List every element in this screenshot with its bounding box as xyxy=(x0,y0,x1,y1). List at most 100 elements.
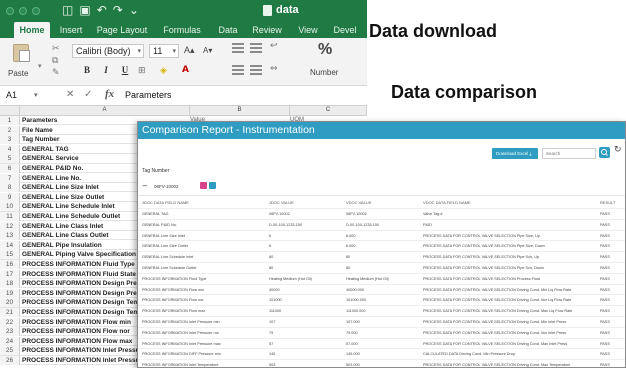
cell-a[interactable]: GENERAL P&ID No. xyxy=(22,164,83,173)
copy-icon[interactable]: ⧉ xyxy=(52,56,58,66)
search-icon[interactable] xyxy=(599,147,610,158)
row-number[interactable]: 7 xyxy=(0,173,20,183)
cell-a[interactable]: GENERAL Line Schedule Outlet xyxy=(22,212,120,221)
borders-icon[interactable]: ⊞ xyxy=(138,66,146,76)
row-number[interactable]: 9 xyxy=(0,192,20,202)
cell-a[interactable]: PROCESS INFORMATION Flow nor xyxy=(22,327,130,336)
cancel-edit-icon[interactable]: ✕ xyxy=(66,89,74,100)
bold-button[interactable]: B xyxy=(80,65,94,79)
percent-style-button[interactable]: % xyxy=(318,41,332,59)
search-input[interactable] xyxy=(542,148,596,159)
row-number[interactable]: 12 xyxy=(0,221,20,231)
row-number[interactable]: 17 xyxy=(0,269,20,279)
paste-button[interactable]: Paste xyxy=(6,42,40,82)
cell-a[interactable]: GENERAL Line Class Outlet xyxy=(22,231,109,240)
row-number[interactable]: 18 xyxy=(0,279,20,289)
tab-developer[interactable]: Devel xyxy=(330,22,360,38)
cell-a[interactable]: GENERAL Line Schedule Inlet xyxy=(22,202,115,211)
row-number[interactable]: 6 xyxy=(0,164,20,173)
save-icon[interactable]: ▣ xyxy=(79,3,96,17)
cell-a[interactable]: GENERAL Pipe Insulation xyxy=(22,241,102,250)
cell-a[interactable]: PROCESS INFORMATION Fluid Type xyxy=(22,260,135,269)
row-number[interactable]: 1 xyxy=(0,116,20,125)
close-window-button[interactable] xyxy=(6,7,14,15)
tab-page-layout[interactable]: Page Layout xyxy=(93,22,151,38)
row-number[interactable]: 2 xyxy=(0,125,20,135)
cell-a[interactable]: GENERAL Line No. xyxy=(22,174,81,183)
row-number[interactable]: 21 xyxy=(0,308,20,317)
cell-a[interactable]: PROCESS INFORMATION Design Pressure xyxy=(22,279,154,288)
cell-a[interactable]: GENERAL Line Class Inlet xyxy=(22,222,103,231)
cell-a[interactable]: PROCESS INFORMATION Fluid State xyxy=(22,270,136,279)
refresh-icon[interactable]: ↻ xyxy=(614,145,622,155)
cell-a[interactable]: GENERAL Piping Valve Specification xyxy=(22,250,136,259)
sidebar-icon[interactable]: ◫ xyxy=(62,3,79,17)
row-number[interactable]: 10 xyxy=(0,202,20,212)
row-number[interactable]: 14 xyxy=(0,240,20,250)
cell-a[interactable]: Tag Number xyxy=(22,135,59,144)
select-all-corner[interactable] xyxy=(0,106,20,116)
row-number[interactable]: 20 xyxy=(0,298,20,308)
row-number[interactable]: 16 xyxy=(0,260,20,269)
row-number[interactable]: 5 xyxy=(0,154,20,164)
confirm-edit-icon[interactable]: ✓ xyxy=(84,89,92,100)
tab-view[interactable]: View xyxy=(296,22,320,38)
row-number[interactable]: 26 xyxy=(0,356,20,365)
column-header-b[interactable]: B xyxy=(190,106,290,116)
cell-a[interactable]: GENERAL TAG xyxy=(22,145,69,154)
cell-a[interactable]: GENERAL Line Size Inlet xyxy=(22,183,99,192)
row-number[interactable]: 19 xyxy=(0,288,20,298)
underline-button[interactable]: U xyxy=(118,65,132,79)
cut-icon[interactable]: ✂ xyxy=(52,44,60,54)
row-number[interactable]: 3 xyxy=(0,135,20,145)
cell-a[interactable]: File Name xyxy=(22,126,53,135)
align-top-icon[interactable] xyxy=(232,43,244,53)
download-excel-button[interactable]: Download Excel ⤓ xyxy=(492,148,538,159)
decrease-font-size-button[interactable]: A▾ xyxy=(203,46,212,55)
minimize-window-button[interactable] xyxy=(19,7,27,15)
italic-button[interactable]: I xyxy=(100,65,112,79)
font-name-select[interactable]: Calibri (Body) ▾ xyxy=(72,44,144,58)
row-number[interactable]: 22 xyxy=(0,317,20,327)
chevron-down-icon[interactable]: ▾ xyxy=(34,91,38,99)
tab-insert[interactable]: Insert xyxy=(56,22,86,38)
row-number[interactable]: 8 xyxy=(0,183,20,193)
cell-a[interactable]: PROCESS INFORMATION Flow max xyxy=(22,337,132,346)
font-color-icon[interactable]: A xyxy=(182,65,189,75)
row-number[interactable]: 11 xyxy=(0,212,20,221)
row-number[interactable]: 13 xyxy=(0,231,20,241)
name-box[interactable]: A1 xyxy=(6,90,17,100)
collapse-icon[interactable]: − xyxy=(142,182,148,190)
tab-review[interactable]: Review xyxy=(250,22,284,38)
wrap-text-icon[interactable]: ↩ xyxy=(270,41,278,51)
row-number[interactable]: 23 xyxy=(0,327,20,337)
zoom-window-button[interactable] xyxy=(32,7,40,15)
add-tag-button[interactable] xyxy=(209,182,216,189)
merge-icon[interactable]: ⇔ xyxy=(270,64,278,74)
align-left-icon[interactable] xyxy=(232,65,244,75)
cell-a[interactable]: Parameters xyxy=(22,116,57,125)
cell-a[interactable]: GENERAL Line Size Outlet xyxy=(22,193,104,202)
redo-icon[interactable]: ↷ xyxy=(113,3,129,17)
cell-a[interactable]: PROCESS INFORMATION Design Pressure xyxy=(22,289,154,298)
row-number[interactable]: 25 xyxy=(0,346,20,356)
tab-home[interactable]: Home xyxy=(14,22,50,38)
insert-function-button[interactable]: fx xyxy=(105,88,114,100)
format-painter-icon[interactable]: ✎ xyxy=(52,68,60,78)
cell-a[interactable]: GENERAL Service xyxy=(22,154,79,163)
remove-tag-button[interactable] xyxy=(200,182,207,189)
row-number[interactable]: 4 xyxy=(0,144,20,154)
tab-formulas[interactable]: Formulas xyxy=(160,22,204,38)
formula-input[interactable]: Parameters xyxy=(125,90,172,100)
align-middle-icon[interactable] xyxy=(250,43,262,53)
font-size-select[interactable]: 11 ▾ xyxy=(149,44,179,58)
row-number[interactable]: 15 xyxy=(0,250,20,260)
tab-data[interactable]: Data xyxy=(216,22,240,38)
align-center-icon[interactable] xyxy=(250,65,262,75)
cell-a[interactable]: PROCESS INFORMATION Flow min xyxy=(22,318,131,327)
fill-color-icon[interactable]: ◈ xyxy=(160,66,167,76)
quick-access-toolbar[interactable]: ◫▣↶↷⌄ xyxy=(62,3,145,17)
column-header-c[interactable]: C xyxy=(290,106,367,116)
column-header-a[interactable]: A xyxy=(20,106,190,116)
increase-font-size-button[interactable]: A▴ xyxy=(184,45,195,56)
